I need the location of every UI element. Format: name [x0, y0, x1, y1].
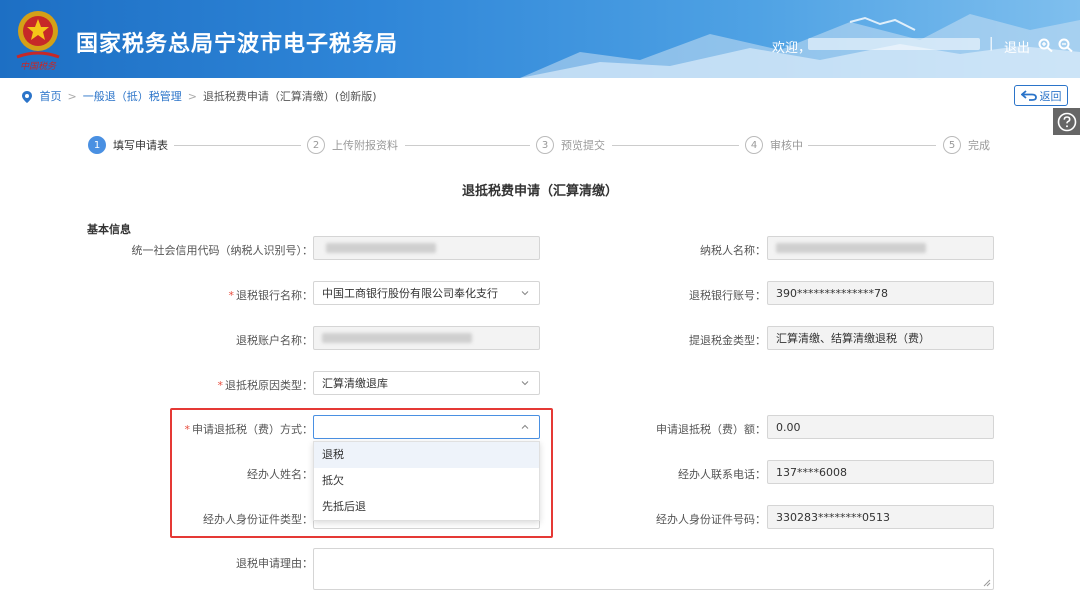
bank-name-label: * 退税银行名称：	[228, 289, 314, 302]
back-arrow-icon	[1020, 90, 1037, 101]
redacted-value	[322, 333, 472, 343]
bank-account-value: 390**************78	[776, 286, 888, 300]
amount-type-value: 汇算清缴、结算清缴退税（费）	[776, 332, 930, 345]
reason-textarea[interactable]	[313, 548, 994, 590]
credit-code-label: 统一社会信用代码（纳税人识别号）：	[131, 244, 314, 257]
apply-amount-label: 申请退抵税（费）额：	[656, 423, 766, 436]
step-label: 填写申请表	[113, 139, 168, 152]
required-mark: *	[217, 379, 224, 392]
zoom-out-icon[interactable]	[1058, 38, 1074, 52]
step-number: 5	[943, 136, 961, 154]
step-connector	[174, 145, 301, 146]
breadcrumb-separator: >	[187, 90, 197, 103]
breadcrumb: 首页 > 一般退（抵）税管理 > 退抵税费申请（汇算清缴）(创新版)	[22, 88, 377, 104]
agent-phone-label: 经办人联系电话：	[678, 468, 766, 481]
welcome-text: 欢迎，	[772, 41, 812, 56]
zoom-in-icon[interactable]	[1038, 38, 1054, 52]
step-connector	[808, 145, 936, 146]
agent-name-label: 经办人姓名：	[247, 468, 313, 481]
reason-type-value: 汇算清缴退库	[322, 377, 388, 390]
breadcrumb-separator: >	[67, 90, 77, 103]
resize-handle-icon[interactable]	[983, 579, 991, 587]
method-dropdown-menu: 退税 抵欠 先抵后退	[313, 441, 540, 521]
account-name-label: 退税账户名称：	[236, 334, 313, 347]
step-5: 5 完成	[943, 136, 990, 154]
agent-phone-value: 137****6008	[776, 465, 847, 479]
bank-account-label: 退税银行账号：	[689, 289, 766, 302]
site-title: 国家税务总局宁波市电子税务局	[76, 32, 399, 57]
bank-name-select[interactable]: 中国工商银行股份有限公司奉化支行	[313, 281, 540, 305]
breadcrumb-level1[interactable]: 一般退（抵）税管理	[83, 90, 182, 103]
bank-name-value: 中国工商银行股份有限公司奉化支行	[322, 287, 498, 300]
location-pin-icon	[22, 91, 32, 103]
back-button[interactable]: 返回	[1014, 85, 1068, 106]
logout-link[interactable]: 退出	[1004, 37, 1030, 56]
breadcrumb-home[interactable]: 首页	[40, 90, 62, 103]
credit-code-field	[313, 236, 540, 260]
reason-type-select[interactable]: 汇算清缴退库	[313, 371, 540, 395]
breadcrumb-current: 退抵税费申请（汇算清缴）(创新版)	[202, 90, 377, 103]
amount-type-label: 提退税金类型：	[689, 334, 766, 347]
step-label: 上传附报资料	[332, 139, 398, 152]
tax-emblem-logo: 中国税务	[16, 11, 60, 71]
help-button[interactable]	[1053, 108, 1080, 135]
redacted-value	[776, 243, 926, 253]
agent-phone-field: 137****6008	[767, 460, 994, 484]
chevron-down-icon	[521, 381, 529, 386]
method-label: * 申请退抵税（费）方式：	[184, 423, 314, 436]
top-header: 中国税务 国家税务总局宁波市电子税务局 欢迎， | 退出	[0, 0, 1080, 78]
taxpayer-name-field	[767, 236, 994, 260]
step-connector	[612, 145, 739, 146]
agent-id-no-label: 经办人身份证件号码：	[656, 513, 766, 526]
form-title: 退抵税费申请（汇算清缴）	[461, 184, 618, 199]
agent-id-type-label: 经办人身份证件类型：	[203, 513, 313, 526]
redacted-value	[326, 243, 436, 253]
help-icon	[1057, 112, 1076, 131]
method-select[interactable]	[313, 415, 540, 439]
apply-amount-field: 0.00	[767, 415, 994, 439]
apply-amount-value: 0.00	[776, 420, 801, 434]
dropdown-option-refund[interactable]: 退税	[314, 442, 539, 468]
step-1: 1 填写申请表	[88, 136, 168, 154]
step-connector	[405, 145, 530, 146]
reason-type-label: * 退抵税原因类型：	[217, 379, 314, 392]
amount-type-field: 汇算清缴、结算清缴退税（费）	[767, 326, 994, 350]
account-name-field	[313, 326, 540, 350]
step-number: 3	[536, 136, 554, 154]
step-label: 预览提交	[561, 139, 605, 152]
agent-id-no-field: 330283********0513	[767, 505, 994, 529]
step-number: 4	[745, 136, 763, 154]
user-name-redacted	[808, 38, 980, 50]
step-number: 2	[307, 136, 325, 154]
svg-text:中国税务: 中国税务	[20, 61, 57, 71]
back-button-label: 返回	[1039, 89, 1062, 103]
section-title: 基本信息	[87, 223, 131, 236]
taxpayer-name-label: 纳税人名称：	[700, 244, 766, 257]
required-mark: *	[228, 289, 235, 302]
header-separator: |	[989, 36, 994, 51]
step-label: 完成	[968, 139, 990, 152]
agent-id-no-value: 330283********0513	[776, 510, 890, 524]
dropdown-option-offset[interactable]: 抵欠	[314, 468, 539, 494]
step-3: 3 预览提交	[536, 136, 605, 154]
step-4: 4 审核中	[745, 136, 803, 154]
bank-account-field: 390**************78	[767, 281, 994, 305]
step-label: 审核中	[770, 139, 803, 152]
required-mark: *	[184, 423, 191, 436]
step-2: 2 上传附报资料	[307, 136, 398, 154]
step-number: 1	[88, 136, 106, 154]
dropdown-option-offset-then-refund[interactable]: 先抵后退	[314, 494, 539, 520]
reason-label: 退税申请理由：	[236, 557, 313, 570]
